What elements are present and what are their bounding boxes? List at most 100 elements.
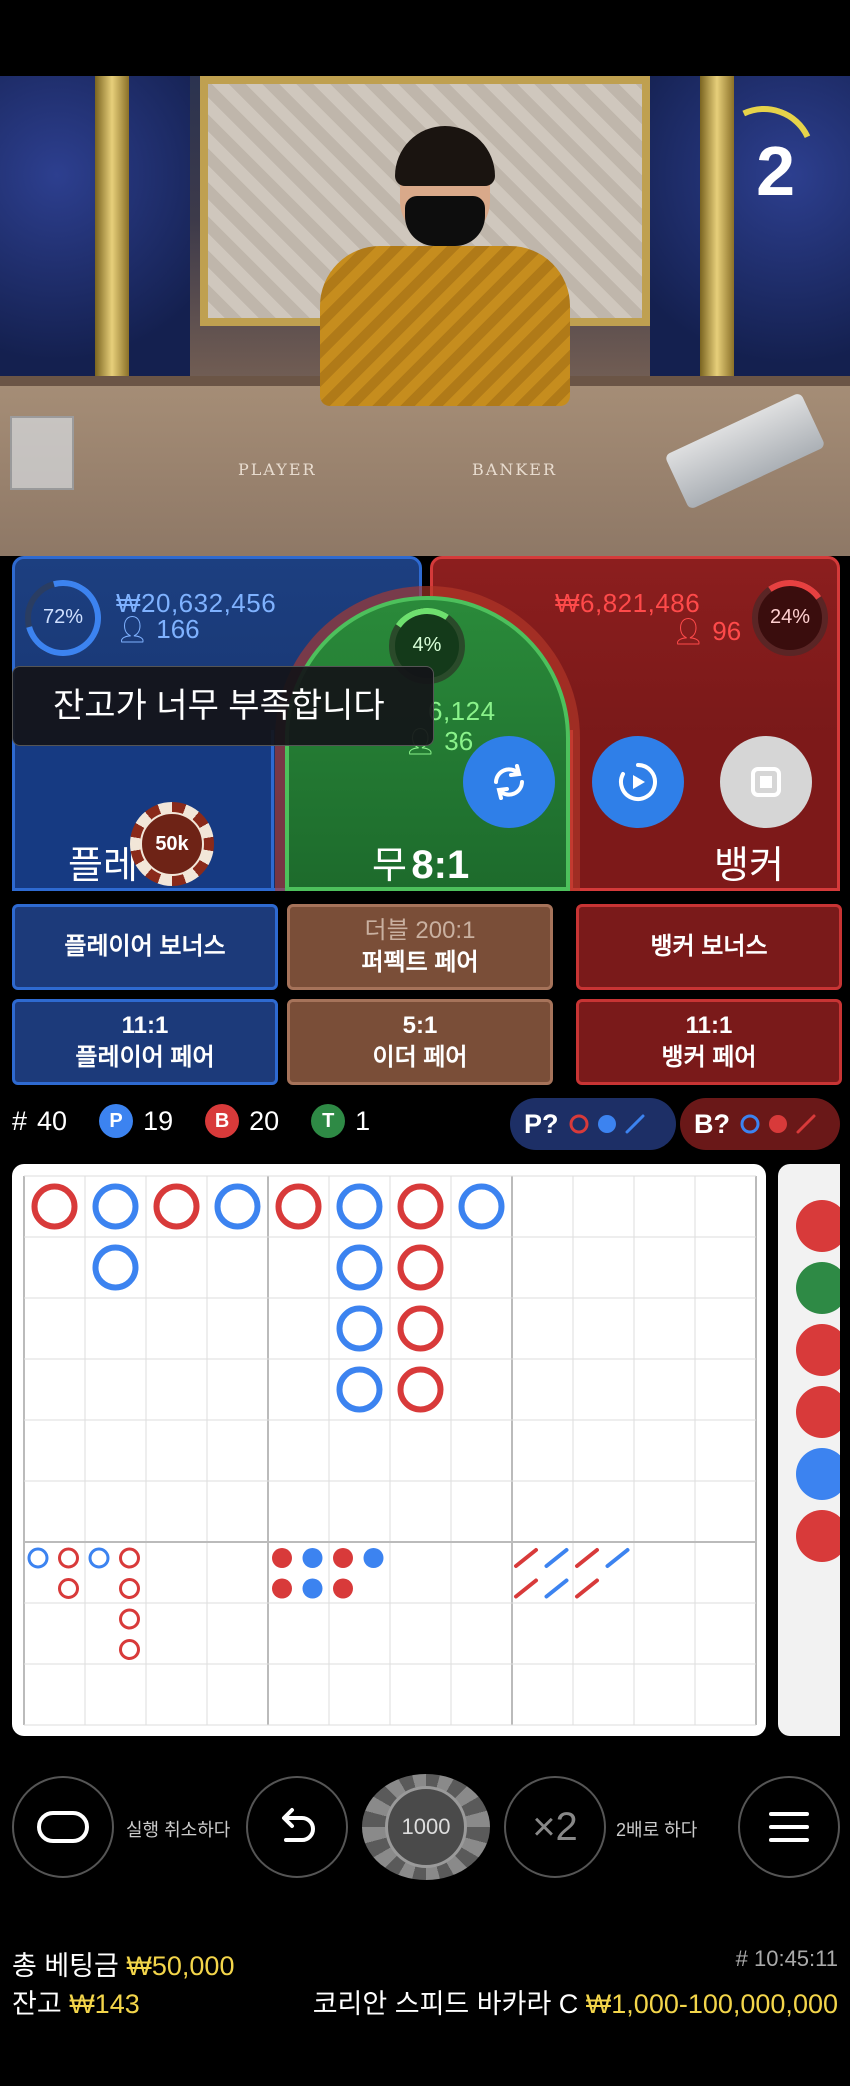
game-lobby-button[interactable] xyxy=(12,1776,114,1878)
big-road-banker xyxy=(275,1183,322,1230)
balance-value: ₩143 xyxy=(69,1989,140,2019)
big-eye-road-mark xyxy=(119,1639,140,1660)
discard-tray xyxy=(10,416,74,490)
undo-button[interactable] xyxy=(246,1776,348,1878)
undo-icon xyxy=(282,1808,315,1842)
big-road-banker xyxy=(397,1183,444,1230)
big-eye-road-mark xyxy=(119,1547,140,1569)
small-road-mark xyxy=(302,1578,323,1599)
banker-bonus-label: 뱅커 보너스 xyxy=(650,933,768,960)
banker-bonus-button[interactable]: 뱅커 보너스 xyxy=(576,904,842,990)
banker-people-count: 96 xyxy=(712,616,742,646)
hamburger-icon xyxy=(769,1812,809,1842)
road-grid xyxy=(23,1175,757,1726)
banker-label: 뱅커 xyxy=(714,845,784,887)
banker-pair-button[interactable]: 11:1 뱅커 페어 xyxy=(576,999,842,1085)
player-percent: 72% xyxy=(42,606,84,628)
banker-people-row: 👤︎ 96 xyxy=(672,616,741,647)
bead-road-panel[interactable] xyxy=(778,1164,840,1736)
big-eye-road-mark xyxy=(27,1547,49,1569)
balance-row: 잔고 ₩143 xyxy=(12,1982,140,2021)
player-predict-button[interactable]: P? xyxy=(510,1098,676,1150)
repeat-bet-button[interactable] xyxy=(463,736,555,828)
banker-pair-payout: 11:1 xyxy=(685,1012,733,1039)
person-icon: 👤︎ xyxy=(116,614,150,644)
stop-icon xyxy=(751,767,781,797)
big-road-player xyxy=(336,1305,383,1352)
insufficient-balance-toast: 잔고가 너무 부족합니다 xyxy=(12,666,434,746)
big-eye-road-mark xyxy=(58,1547,79,1569)
player-people-count: 166 xyxy=(156,614,200,644)
chip-value: 50k xyxy=(140,812,204,876)
banker-total-amount: ₩6,821,486 xyxy=(555,588,701,618)
banker-pair-label: 뱅커 페어 xyxy=(661,1044,757,1071)
person-icon: 👤︎ xyxy=(672,616,706,646)
small-road-mark xyxy=(333,1548,353,1568)
tie-count: 1 xyxy=(355,1105,371,1136)
total-bet-row: 총 베팅금 ₩50,000 xyxy=(12,1944,234,1983)
perfect-pair-label: 퍼펙트 페어 xyxy=(361,949,479,976)
cockroach-road-mark xyxy=(544,1578,569,1599)
small-road-mark xyxy=(333,1578,353,1599)
double-label: 2배로 하다 xyxy=(616,1820,698,1840)
live-video: PLAYER BANKER 2 xyxy=(0,76,850,556)
tie-people-count: 36 xyxy=(444,726,474,756)
perfect-pair-payout: 더블 200:1 xyxy=(364,917,476,944)
big-road-player xyxy=(458,1183,505,1230)
cockroach-road-mark xyxy=(514,1578,538,1599)
tie-label-row: 무 8:1 xyxy=(372,834,469,889)
dealer-body xyxy=(320,246,570,406)
total-bet-value: ₩50,000 xyxy=(126,1951,235,1981)
player-predict-label: P? xyxy=(524,1108,559,1139)
banker-predict-label: B? xyxy=(694,1108,730,1139)
menu-button[interactable] xyxy=(738,1776,840,1878)
cockroach-road-mark xyxy=(575,1578,599,1599)
player-bonus-label: 플레이어 보너스 xyxy=(64,933,226,960)
either-pair-payout: 5:1 xyxy=(402,1012,438,1039)
big-road-banker xyxy=(31,1183,78,1230)
big-eye-road-mark xyxy=(58,1578,79,1599)
big-road-banker xyxy=(397,1244,444,1291)
tie-count-badge: T xyxy=(311,1104,346,1138)
stop-button[interactable] xyxy=(720,736,812,828)
banker-predict-button[interactable]: B? xyxy=(680,1098,840,1150)
small-road-mark xyxy=(302,1548,323,1568)
undo-label: 실행 취소하다 xyxy=(126,1820,231,1840)
cockroach-road-mark xyxy=(544,1548,569,1568)
predict-icons-player xyxy=(569,1114,645,1134)
big-road-player xyxy=(92,1244,139,1291)
rounds-hash: # xyxy=(12,1105,28,1136)
perfect-pair-button[interactable]: 더블 200:1 퍼펙트 페어 xyxy=(287,904,553,990)
big-road-banker xyxy=(153,1183,200,1230)
player-bet-chip: 50k xyxy=(130,802,214,886)
player-pair-payout: 11:1 xyxy=(121,1012,169,1039)
player-pair-button[interactable]: 11:1 플레이어 페어 xyxy=(12,999,278,1085)
player-people-row: 👤︎ 166 xyxy=(116,614,200,645)
table-label-player: PLAYER xyxy=(238,460,317,479)
bead-road xyxy=(796,1200,840,1562)
autoplay-button[interactable] xyxy=(592,736,684,828)
tie-total-amount: 6,124 xyxy=(428,696,496,726)
player-pair-label: 플레이어 페어 xyxy=(75,1044,215,1071)
tie-label: 무 xyxy=(372,845,407,887)
table-limits: ₩1,000-100,000,000 xyxy=(585,1989,838,2019)
scoreboard-roads[interactable] xyxy=(12,1164,766,1736)
table-name: 코리안 스피드 바카라 C xyxy=(312,1989,579,2019)
tie-percent: 4% xyxy=(412,634,442,656)
chip-selector[interactable]: 1000 xyxy=(362,1774,490,1880)
table-icon xyxy=(37,1811,89,1843)
selected-chip-value: 1000 xyxy=(385,1786,467,1868)
big-road-banker xyxy=(397,1366,444,1413)
dealer-mask xyxy=(405,196,485,246)
player-bonus-button[interactable]: 플레이어 보너스 xyxy=(12,904,278,990)
big-road-player xyxy=(336,1183,383,1230)
double-button[interactable]: ×2 xyxy=(504,1776,606,1878)
either-pair-button[interactable]: 5:1 이더 페어 xyxy=(287,999,553,1085)
big-road-player xyxy=(92,1183,139,1230)
round-stats: # 40 P 19 B 20 T 1 xyxy=(12,1104,370,1138)
tie-payout: 8:1 xyxy=(411,843,470,887)
repeat-icon xyxy=(494,764,524,800)
player-wins-count: 19 xyxy=(143,1105,174,1136)
cockroach-road-mark xyxy=(575,1548,599,1568)
cockroach-road-mark xyxy=(514,1548,538,1568)
